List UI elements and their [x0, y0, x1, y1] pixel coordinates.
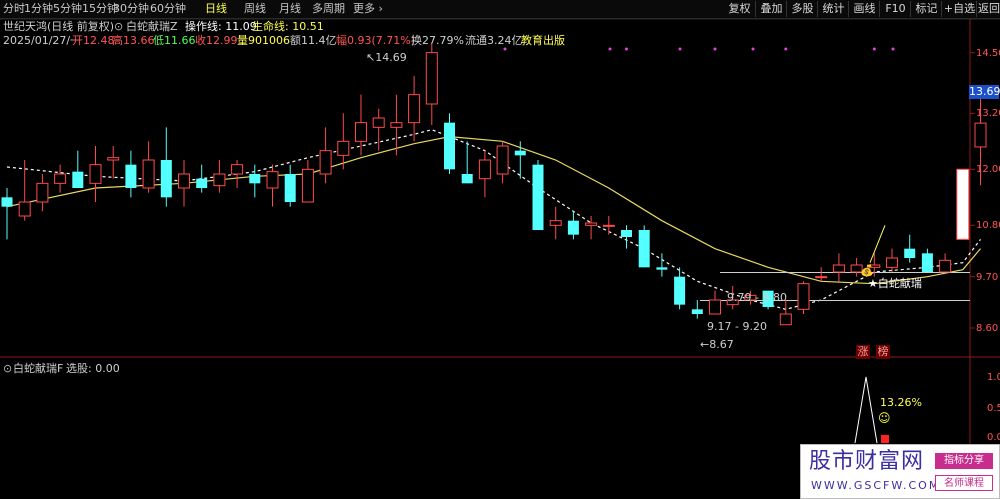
marker-dot — [872, 47, 876, 51]
marker-dot — [608, 47, 612, 51]
lower-gear-icon[interactable]: ⊙ — [3, 362, 12, 375]
candle-body — [231, 164, 244, 175]
candle-body — [72, 171, 84, 188]
candle-body — [496, 145, 509, 175]
candle-body — [301, 168, 314, 203]
price-tick-label: 8.60 — [976, 323, 999, 334]
lower-value-label: 13.26% — [880, 396, 922, 409]
candle-body — [815, 276, 828, 279]
candle-body — [372, 117, 385, 128]
candle-body — [939, 259, 952, 273]
signal-arrow — [869, 225, 886, 263]
candle-body — [585, 222, 598, 226]
yellow-ma-line — [6, 136, 981, 285]
bang-badge: 榜 — [876, 345, 890, 359]
candle-body — [284, 174, 296, 202]
candle-body — [779, 313, 792, 326]
candle-body — [107, 157, 120, 161]
candle-body — [709, 299, 721, 315]
watermark-logo: 股市财富网 WWW.GSCFW.COM 指标分享 名师课程 — [800, 444, 1000, 499]
candle-body — [602, 224, 615, 227]
candle-body — [337, 140, 350, 156]
marker-dot — [784, 47, 788, 51]
candle-body — [461, 174, 473, 184]
marker-dot — [713, 47, 717, 51]
candle-body — [797, 283, 810, 310]
marker-dot — [891, 47, 895, 51]
smiley-icon: ☺ — [878, 411, 891, 425]
logo-main-text: 股市财富网 — [809, 449, 925, 474]
candle-body — [478, 159, 491, 180]
lower-tick-label: 1.00 — [987, 372, 1000, 383]
limit-up-candle — [956, 168, 970, 240]
price-tick-label: 10.80 — [976, 220, 1000, 232]
price-tick-label: 14.50 — [976, 47, 1000, 59]
candle-body — [638, 230, 650, 268]
candle-body — [160, 160, 172, 198]
marker-dot — [751, 47, 755, 51]
range1-annotation: 9.17 - 9.20 — [707, 320, 767, 333]
candle-body — [832, 264, 845, 273]
candle-body — [319, 150, 332, 175]
candle-body — [656, 267, 668, 270]
candle-body — [213, 173, 226, 187]
signal-label: ★白蛇献瑞 — [868, 277, 922, 290]
lower-tick-label: 0.00 — [987, 432, 1000, 443]
candle-body — [921, 253, 933, 272]
candle-body — [390, 122, 403, 128]
candle-body — [125, 164, 137, 188]
price-chart[interactable] — [0, 0, 1000, 499]
candle-body — [36, 182, 49, 203]
logo-badge-course: 名师课程 — [935, 475, 993, 491]
candle-body — [178, 173, 190, 189]
bag-icon: 💰 — [860, 264, 874, 277]
candle-body — [549, 220, 562, 226]
candle-body — [974, 122, 987, 148]
marker-dot — [625, 47, 628, 51]
candle-body — [266, 171, 279, 189]
candle-body — [196, 178, 208, 188]
lower-tick-label: 0.50 — [987, 403, 1000, 414]
candle-body — [54, 173, 67, 184]
candle-body — [567, 220, 579, 235]
signal-square — [881, 435, 889, 443]
candle-body — [408, 94, 421, 124]
price-tick-label: 9.70 — [976, 271, 999, 283]
price-tick-label: 12.00 — [976, 164, 1000, 176]
marker-dot — [678, 47, 682, 51]
zhang-badge: 涨 — [856, 345, 870, 359]
candle-body — [532, 164, 544, 230]
low-annotation: ←8.67 — [700, 338, 734, 351]
lower-pane-label: 选股: 0.00 — [66, 362, 120, 375]
candle-body — [621, 230, 632, 237]
marker-dot — [503, 47, 507, 51]
candle-body — [425, 52, 438, 105]
candle-body — [674, 276, 686, 305]
logo-url: WWW.GSCFW.COM — [811, 479, 941, 492]
peak-annotation: ↖14.69 — [366, 51, 407, 64]
range2-annotation: 9.79 - 9.80 — [727, 291, 787, 304]
logo-badge-share: 指标分享 — [935, 453, 993, 469]
candle-body — [355, 122, 367, 142]
candle-body — [886, 257, 898, 268]
candle-body — [444, 122, 455, 170]
candle-body — [904, 248, 916, 258]
candle-body — [1, 197, 13, 207]
candle-body — [514, 150, 526, 156]
candle-body — [142, 159, 155, 189]
price-tick-label: 13.20 — [976, 108, 1000, 120]
lower-pane-title: 白蛇献瑞F — [13, 362, 64, 375]
signal-spike — [854, 376, 878, 444]
candle-body — [89, 164, 102, 184]
candle-body — [691, 309, 703, 314]
candle-body — [18, 201, 31, 217]
current-price-tag: 13.69 — [969, 85, 1000, 99]
candle-body — [249, 174, 261, 184]
